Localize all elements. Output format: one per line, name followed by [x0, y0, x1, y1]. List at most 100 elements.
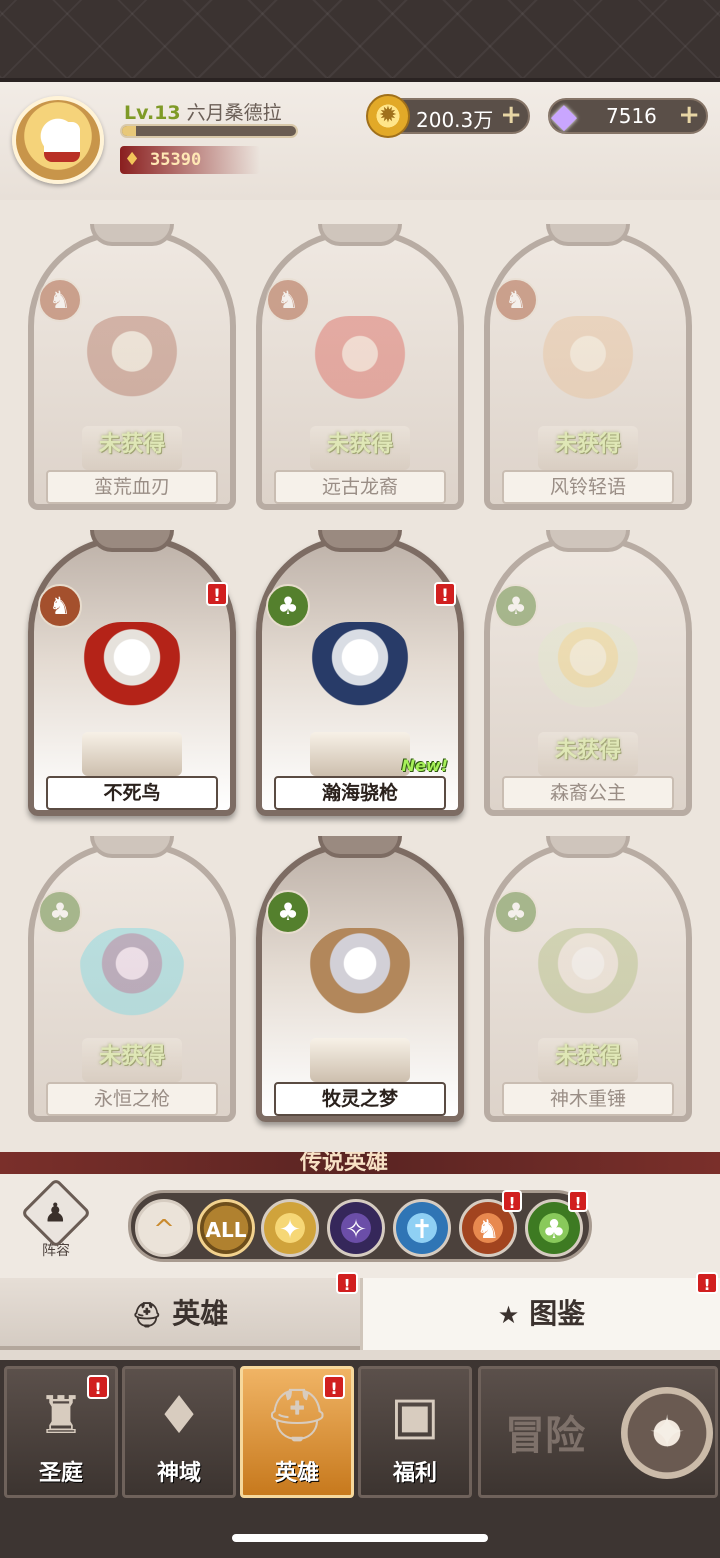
tree-filter-alert-badge: !: [568, 1190, 588, 1212]
filter-row: ♟ 阵容 ^ ALL ✦ ✧ ✝ ♞! ♣!: [0, 1174, 720, 1278]
filter-tree-faction-button[interactable]: ♣!: [525, 1190, 588, 1257]
hero-sprite: [534, 928, 642, 1046]
hero-card-arch: [546, 836, 630, 858]
nav-item-heroes[interactable]: ⛑ 英雄 !: [240, 1366, 354, 1498]
filter-all-button[interactable]: ALL: [197, 1199, 255, 1257]
hero-name-plate: 神木重锤: [502, 1082, 674, 1116]
not-obtained-label: 未获得: [98, 1044, 165, 1069]
hero-card[interactable]: ♞! 不死鸟: [28, 530, 236, 816]
add-gold-button[interactable]: +: [500, 100, 522, 130]
hero-card[interactable]: ♣! New! 瀚海骁枪: [256, 530, 464, 816]
nav-item-divine-realm[interactable]: ♦ 神域: [122, 1366, 236, 1498]
tree-icon: ♣: [494, 584, 538, 628]
hero-card[interactable]: ♣ 牧灵之梦: [256, 836, 464, 1122]
nav-sanctuary-label: 圣庭: [38, 1461, 83, 1486]
exp-bar-fill: [122, 126, 136, 136]
avatar-portrait: [44, 122, 80, 162]
hero-card[interactable]: ♞ 未获得 远古龙裔: [256, 224, 464, 510]
new-hero-tag: New!: [401, 756, 448, 775]
hero-sprite: [306, 622, 414, 740]
hero-sprite: [534, 622, 642, 740]
player-avatar[interactable]: [12, 96, 104, 184]
gold-currency: ✹ 200.3万 +: [366, 94, 530, 138]
tree-icon: ♣: [494, 890, 538, 934]
player-level-name: Lv.13 六月桑德拉: [124, 98, 282, 125]
combat-power-value: 35390: [150, 150, 202, 170]
filter-holy-faction-button[interactable]: ✝: [393, 1199, 451, 1257]
hero-sprite: [534, 316, 642, 434]
hero-sprite: [306, 316, 414, 434]
not-obtained-label: 未获得: [554, 432, 621, 457]
chess-pawn-icon: ♟: [20, 1177, 92, 1249]
nav-heroes-label: 英雄: [274, 1461, 319, 1486]
hero-sprite: [78, 622, 186, 740]
faction-filter-bar: ^ ALL ✦ ✧ ✝ ♞! ♣!: [128, 1190, 592, 1262]
hero-card-arch: [90, 224, 174, 246]
heroes-tab-alert-badge: !: [336, 1272, 358, 1294]
collapse-filter-button[interactable]: ^: [135, 1199, 193, 1257]
hero-sprite: [78, 928, 186, 1046]
power-crystal-icon: ♦: [124, 149, 141, 170]
nav-item-sanctuary[interactable]: ♜ 圣庭 !: [4, 1366, 118, 1498]
hero-card[interactable]: ♞ 未获得 风铃轻语: [484, 224, 692, 510]
level-text: Lv.13: [124, 102, 181, 124]
home-indicator[interactable]: [232, 1534, 488, 1542]
not-obtained-label: 未获得: [554, 1044, 621, 1069]
tab-codex[interactable]: ★ 图鉴 !: [360, 1272, 720, 1350]
hero-sprite: [78, 316, 186, 434]
hero-name-plate: 牧灵之梦: [274, 1082, 446, 1116]
tab-heroes[interactable]: ⛑ 英雄 !: [0, 1272, 360, 1350]
nav-divine-realm-label: 神域: [156, 1461, 201, 1486]
tree-icon: ♣: [38, 890, 82, 934]
hero-name-plate: 不死鸟: [46, 776, 218, 810]
crystal-laurel-icon: ♦: [155, 1386, 203, 1446]
tree-icon: ♣: [266, 584, 310, 628]
hero-card[interactable]: ♞ 未获得 蛮荒血刃: [28, 224, 236, 510]
formation-button[interactable]: ♟ 阵容: [20, 1177, 92, 1262]
add-gem-button[interactable]: +: [678, 100, 700, 130]
nav-item-welfare[interactable]: ▣ 福利: [358, 1366, 472, 1498]
combat-power: ♦ 35390: [120, 146, 260, 174]
tree-icon: ♣: [266, 890, 310, 934]
hero-card-arch: [90, 836, 174, 858]
not-obtained-label: 未获得: [554, 738, 621, 763]
hero-card-arch: [318, 530, 402, 552]
filter-light-faction-button[interactable]: ✦: [261, 1199, 319, 1257]
gem-value: 7516: [606, 104, 657, 128]
hero-card[interactable]: ♣ 未获得神木重锤: [484, 836, 692, 1122]
not-obtained-label: 未获得: [98, 432, 165, 457]
fox-icon: ♞: [266, 278, 310, 322]
filter-fox-faction-button[interactable]: ♞!: [459, 1190, 522, 1257]
fox-icon: ♞: [38, 584, 82, 628]
hero-alert-badge: !: [434, 582, 456, 606]
legendary-heroes-banner: 传说英雄: [0, 1152, 720, 1174]
hero-card-arch: [318, 224, 402, 246]
hero-name-plate: 永恒之枪: [46, 1082, 218, 1116]
player-name: 六月桑德拉: [186, 102, 282, 124]
hero-name-plate: 森裔公主: [502, 776, 674, 810]
fox-icon: ♞: [494, 278, 538, 322]
gold-value: 200.3万: [416, 108, 494, 132]
hero-subtabs: ⛑ 英雄 ! ★ 图鉴 !: [0, 1272, 720, 1360]
heroes-nav-alert-badge: !: [323, 1375, 345, 1399]
legendary-heroes-title: 传说英雄: [300, 1152, 389, 1174]
hero-card-arch: [546, 224, 630, 246]
hero-card[interactable]: ♣ 未获得永恒之枪: [28, 836, 236, 1122]
not-obtained-label: 未获得: [326, 432, 393, 457]
hero-card-arch: [546, 530, 630, 552]
bottom-navigation: ♜ 圣庭 ! ♦ 神域 ⛑ 英雄 ! ▣ 福利 冒险 ✦: [0, 1360, 720, 1558]
adventure-button[interactable]: 冒险 ✦: [478, 1366, 718, 1498]
hero-card[interactable]: ♣ 未获得森裔公主: [484, 530, 692, 816]
exp-bar: [120, 124, 298, 138]
tab-codex-label: 图鉴: [529, 1297, 586, 1330]
treasure-chest-icon: ▣: [390, 1386, 440, 1446]
hero-helmet-icon: ⛑: [131, 1301, 163, 1329]
fox-filter-alert-badge: !: [502, 1190, 522, 1212]
fox-icon: ♞: [38, 278, 82, 322]
hero-card-arch: [90, 530, 174, 552]
nav-welfare-label: 福利: [392, 1461, 437, 1486]
gold-coin-icon: ✹: [366, 94, 410, 138]
codex-tab-alert-badge: !: [696, 1272, 718, 1294]
filter-dark-faction-button[interactable]: ✧: [327, 1199, 385, 1257]
diamond-icon: ◆: [550, 96, 578, 136]
